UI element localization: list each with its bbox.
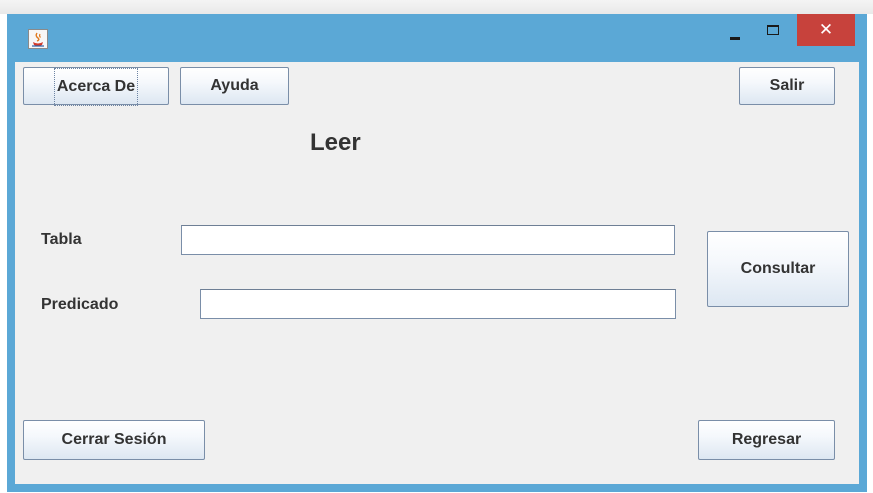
window-bottom-border: [7, 484, 867, 492]
title-bar[interactable]: ✕: [7, 14, 867, 62]
table-label: Tabla: [41, 231, 82, 248]
page-title: Leer: [310, 129, 361, 156]
predicate-input[interactable]: [200, 289, 676, 319]
exit-button[interactable]: Salir: [739, 67, 835, 105]
background-strip: [0, 0, 873, 14]
about-button-label: Acerca De: [53, 68, 139, 106]
query-button[interactable]: Consultar: [707, 231, 849, 307]
minimize-icon[interactable]: [719, 16, 751, 46]
maximize-icon[interactable]: [757, 16, 789, 46]
about-button[interactable]: Acerca De: [23, 67, 169, 106]
app-window: ✕ Acerca De Ayuda Salir Leer Tabla Predi…: [7, 14, 867, 492]
content-panel: Acerca De Ayuda Salir Leer Tabla Predica…: [15, 62, 859, 484]
help-button[interactable]: Ayuda: [180, 67, 289, 105]
back-button[interactable]: Regresar: [698, 420, 835, 460]
logout-button[interactable]: Cerrar Sesión: [23, 420, 205, 460]
predicate-label: Predicado: [41, 296, 119, 313]
close-icon[interactable]: ✕: [797, 14, 855, 46]
table-input[interactable]: [181, 225, 675, 255]
java-cup-icon: [28, 29, 48, 49]
